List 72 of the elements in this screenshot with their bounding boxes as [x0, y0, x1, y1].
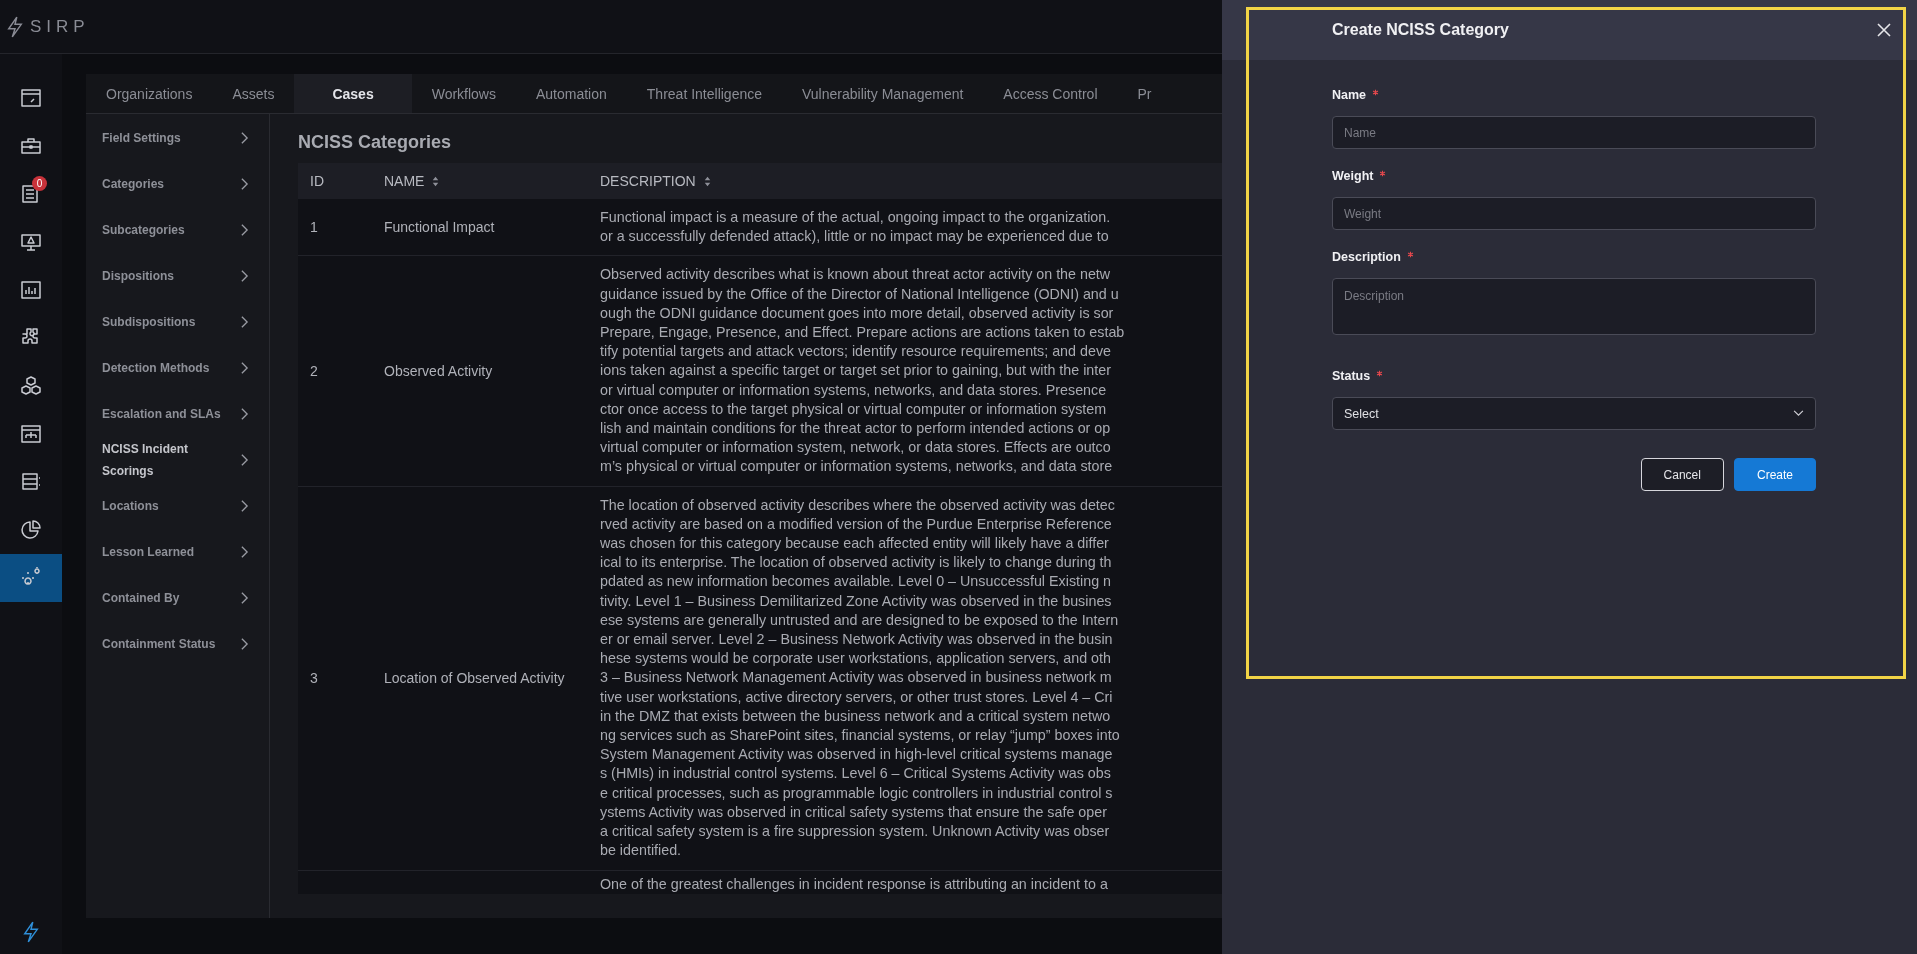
description-cell-text: One of the greatest challenges in incident response is attributing an incident to a	[600, 874, 1109, 894]
chevron-right-icon	[240, 499, 249, 513]
sidebar-item[interactable]: Subcategories	[86, 207, 269, 253]
sidebar-item[interactable]: NCISS Incident Scorings	[86, 437, 269, 483]
chevron-right-icon	[240, 361, 249, 375]
description-cell-text: The location of observed activity describes where the observed activity was detec rved activity are based on a modified version of the Purdue Enterprise Reference was chosen for this category because each affected entity will likely have a differ ical to its enterprise. The location of observed activity is likely to change during th pdated as new information becomes available. Level 0 – Unsuccessful Existing n tivity. Level 1 – Business Demilitarized Zone Activity was observed in the busines ese systems are generally untrusted and are designed to be exposed to the Intern er or email server. Level 2 – Business Network Activity was observed in the busin hese systems would be corporate user workstations, application servers, and oth 3 – Business Network Management Activity was observed in business network m tive user workstations, active directory servers, or other trust stores. Level 4 – Cri in the DMZ that exists between the business network and a critical system netwo ng services such as SharePoint sites, financial systems, or relay “jump” boxes into System Management Activity was observed in high-level critical systems manage s (HMIs) in industrial control systems. Level 6 – Critical Systems Activity was obs e critical processes, such as programmable logic controllers in industrial control s ystems Activity was observed in critical safety systems that ensure the safe oper a critical safety system is a fire suppression system. Unknown Activity was obser be identified.	[600, 495, 1121, 861]
page-title: NCISS Categories	[298, 132, 453, 153]
logo-text: SIRP	[30, 16, 90, 37]
settings-tab[interactable]: Pr	[1117, 74, 1172, 113]
cubes-icon	[19, 374, 43, 398]
sidebar-item[interactable]: Detection Methods	[86, 345, 269, 391]
nav-settings-button[interactable]	[0, 554, 62, 602]
cancel-button[interactable]: Cancel	[1640, 458, 1724, 491]
settings-tab[interactable]: Assets	[212, 74, 295, 113]
field-label: Description	[1332, 250, 1401, 264]
field-label: Name	[1332, 88, 1367, 102]
id-cell: 2	[310, 363, 318, 379]
name-cell: Observed Activity	[384, 361, 493, 381]
description-cell-text: Observed activity describes what is known about threat actor activity on the netw guidance issued by the Office of the Director of National Intelligence (ODNI) and u ough the ODNI guidance document goes into more detail, observed activity is sor Prepare, Engage, Presence, and Effect. Prepare actions are actions taken to estab tify potential targets and attack vectors; identify resource requirements; and deve ions taken against a specific target or target set prior to gaining, but with the inter or virtual computer or information systems, networks, and data stores. Presence ctor once access to the target physical or virtual computer or information system lish and maintain conditions for the threat actor to perform intended actions or op virtual computer or information system, network, or data stores. Effects are outco m’s physical or virtual computer or information systems, networks, and data store	[600, 265, 1126, 477]
sidebar-item[interactable]: Containment Status	[86, 621, 269, 667]
field-label: Weight	[1332, 169, 1374, 183]
settings-tab[interactable]: Access Control	[983, 74, 1118, 113]
chevron-right-icon	[240, 453, 249, 467]
sidebar-item[interactable]: Subdispositions	[86, 299, 269, 345]
sidebar-item[interactable]: Locations	[86, 483, 269, 529]
bolt-icon	[6, 15, 24, 38]
bar-chart-icon	[19, 278, 43, 302]
create-button[interactable]: Create	[1733, 458, 1816, 491]
chevron-down-icon	[1793, 410, 1804, 417]
input-field[interactable]: Name	[1332, 116, 1816, 149]
nav-list-button[interactable]: 0	[0, 170, 62, 218]
sidebar-item[interactable]: Lesson Learned	[86, 529, 269, 575]
chevron-right-icon	[240, 177, 249, 191]
field-label: Status	[1332, 369, 1371, 383]
pie-chart-icon	[19, 518, 43, 542]
settings-tab[interactable]: Organizations	[86, 74, 213, 113]
chevron-right-icon	[240, 545, 249, 559]
name-cell: Functional Impact	[384, 217, 495, 237]
notification-count: 0	[32, 176, 47, 191]
column-header[interactable]: NAME	[372, 173, 586, 189]
chevron-right-icon	[240, 131, 249, 145]
chevron-right-icon	[240, 407, 249, 421]
settings-tab[interactable]: Vulnerability Management	[782, 74, 984, 113]
org-chart-icon	[19, 422, 43, 446]
chevron-right-icon	[240, 223, 249, 237]
sidebar-item[interactable]: Escalation and SLAs	[86, 391, 269, 437]
status-dropdown[interactable]: Select	[1332, 397, 1816, 430]
chevron-right-icon	[240, 591, 249, 605]
id-cell: 3	[310, 670, 318, 687]
name-cell: Location of Observed Activity	[384, 668, 565, 688]
input-field[interactable]: Weight	[1332, 197, 1816, 230]
settings-tab[interactable]: Workflows	[411, 74, 516, 113]
chevron-right-icon	[240, 269, 249, 283]
settings-tab[interactable]: Automation	[516, 74, 627, 113]
column-header[interactable]: DESCRIPTION	[586, 173, 1222, 189]
settings-tab[interactable]: Cases	[294, 74, 412, 113]
textarea-field[interactable]: Description	[1332, 278, 1816, 335]
description-cell-text: Functional impact is a measure of the actual, ongoing impact to the organization. or a successfully defended attack), little or no impact may be experienced due to	[600, 208, 1112, 247]
sidebar-item[interactable]: Categories	[86, 161, 269, 207]
sidebar-item[interactable]: Contained By	[86, 575, 269, 621]
sidebar-item[interactable]: Dispositions	[86, 253, 269, 299]
bolt-icon[interactable]	[22, 920, 40, 944]
dashboard-icon	[19, 86, 43, 110]
app-logo[interactable]: SIRP	[6, 15, 90, 38]
column-header: ID	[309, 173, 325, 189]
drawer-title: Create NCISS Category	[1332, 21, 1509, 39]
id-cell: 1	[310, 219, 318, 236]
close-icon	[1877, 23, 1891, 37]
chevron-right-icon	[240, 637, 249, 651]
settings-tab[interactable]: Threat Intelligence	[626, 74, 782, 113]
chevron-right-icon	[240, 315, 249, 329]
sidebar-item[interactable]: Field Settings	[86, 115, 269, 161]
